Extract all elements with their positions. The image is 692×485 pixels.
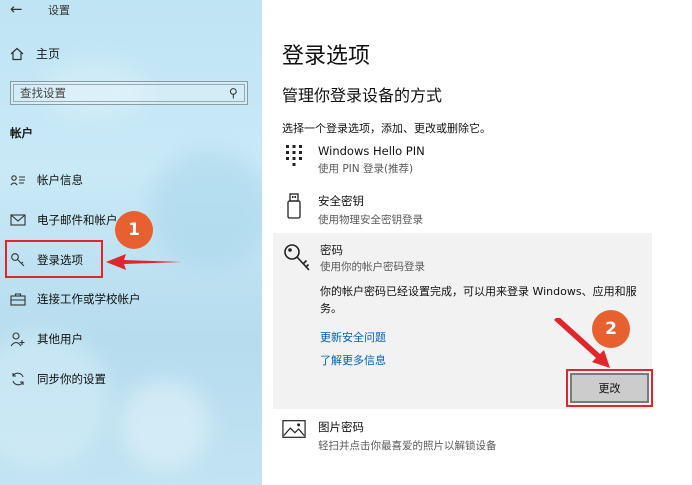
background-blur [0,330,110,470]
search-placeholder: 查找设置 [20,86,66,100]
option-windows-hello-pin[interactable]: Windows Hello PIN 使用 PIN 登录(推荐) [282,144,425,176]
search-icon[interactable]: ⚲ [229,86,238,100]
sidebar-item-label: 帐户信息 [37,173,83,187]
sidebar-item-email-accounts[interactable]: 电子邮件和帐户 [10,212,118,228]
search-input[interactable]: 查找设置 ⚲ [10,81,248,105]
key-icon [284,244,310,271]
sidebar-item-label: 电子邮件和帐户 [37,213,118,227]
learn-more-link[interactable]: 了解更多信息 [320,352,386,368]
picture-icon [282,420,306,438]
update-security-questions-link[interactable]: 更新安全问题 [320,329,386,345]
sidebar-item-label: 连接工作或学校帐户 [37,292,141,306]
sidebar: ← 设置 主页 查找设置 ⚲ 帐户 帐户信息 电子邮件和帐户 登录选项 连接工作… [0,0,262,485]
step-callout-2: 2 [592,310,630,348]
sync-icon [12,372,24,386]
sidebar-item-other-users[interactable]: 其他用户 [10,331,83,347]
sidebar-item-account-info[interactable]: 帐户信息 [10,172,83,188]
usb-key-icon [287,193,301,219]
sidebar-item-label: 其他用户 [37,332,83,346]
highlight-box-sign-in-options [5,240,103,278]
keypad-icon [286,145,302,166]
option-description: 使用物理安全密钥登录 [318,214,423,226]
sidebar-item-work-school[interactable]: 连接工作或学校帐户 [10,291,141,307]
option-title: 安全密钥 [318,194,364,208]
page-subtitle: 管理你登录设备的方式 [282,86,443,105]
option-security-key[interactable]: 安全密钥 使用物理安全密钥登录 [282,193,423,227]
back-arrow-icon[interactable]: ← [10,0,23,18]
option-description: 轻扫并点击你最喜爱的照片以解锁设备 [318,440,497,452]
sidebar-item-sync-settings[interactable]: 同步你的设置 [10,371,106,387]
option-title: 图片密码 [318,420,364,434]
option-title: Windows Hello PIN [318,144,425,158]
person-add-icon [10,332,25,347]
section-heading: 帐户 [10,126,33,140]
main-content: 登录选项 管理你登录设备的方式 选择一个登录选项，添加、更改或删除它。 Wind… [262,0,692,485]
home-icon [10,47,24,60]
change-password-button[interactable]: 更改 [570,373,649,403]
option-title: 密码 [320,243,343,257]
option-description: 使用你的帐户密码登录 [320,261,425,273]
sidebar-item-label: 主页 [36,47,61,61]
app-title: 设置 [48,4,70,17]
mail-icon [10,214,26,226]
option-description: 使用 PIN 登录(推荐) [318,163,414,175]
background-blur [120,380,210,470]
intro-text: 选择一个登录选项，添加、更改或删除它。 [282,122,491,135]
option-picture-password[interactable]: 图片密码 轻扫并点击你最喜爱的照片以解锁设备 [282,419,497,453]
sidebar-item-home[interactable]: 主页 [10,45,60,62]
step-callout-1: 1 [115,211,153,249]
annotation-arrow-icon [106,254,182,270]
sidebar-item-label: 同步你的设置 [37,372,106,386]
briefcase-icon [10,293,26,306]
person-card-icon [10,175,25,186]
page-title: 登录选项 [282,44,371,69]
